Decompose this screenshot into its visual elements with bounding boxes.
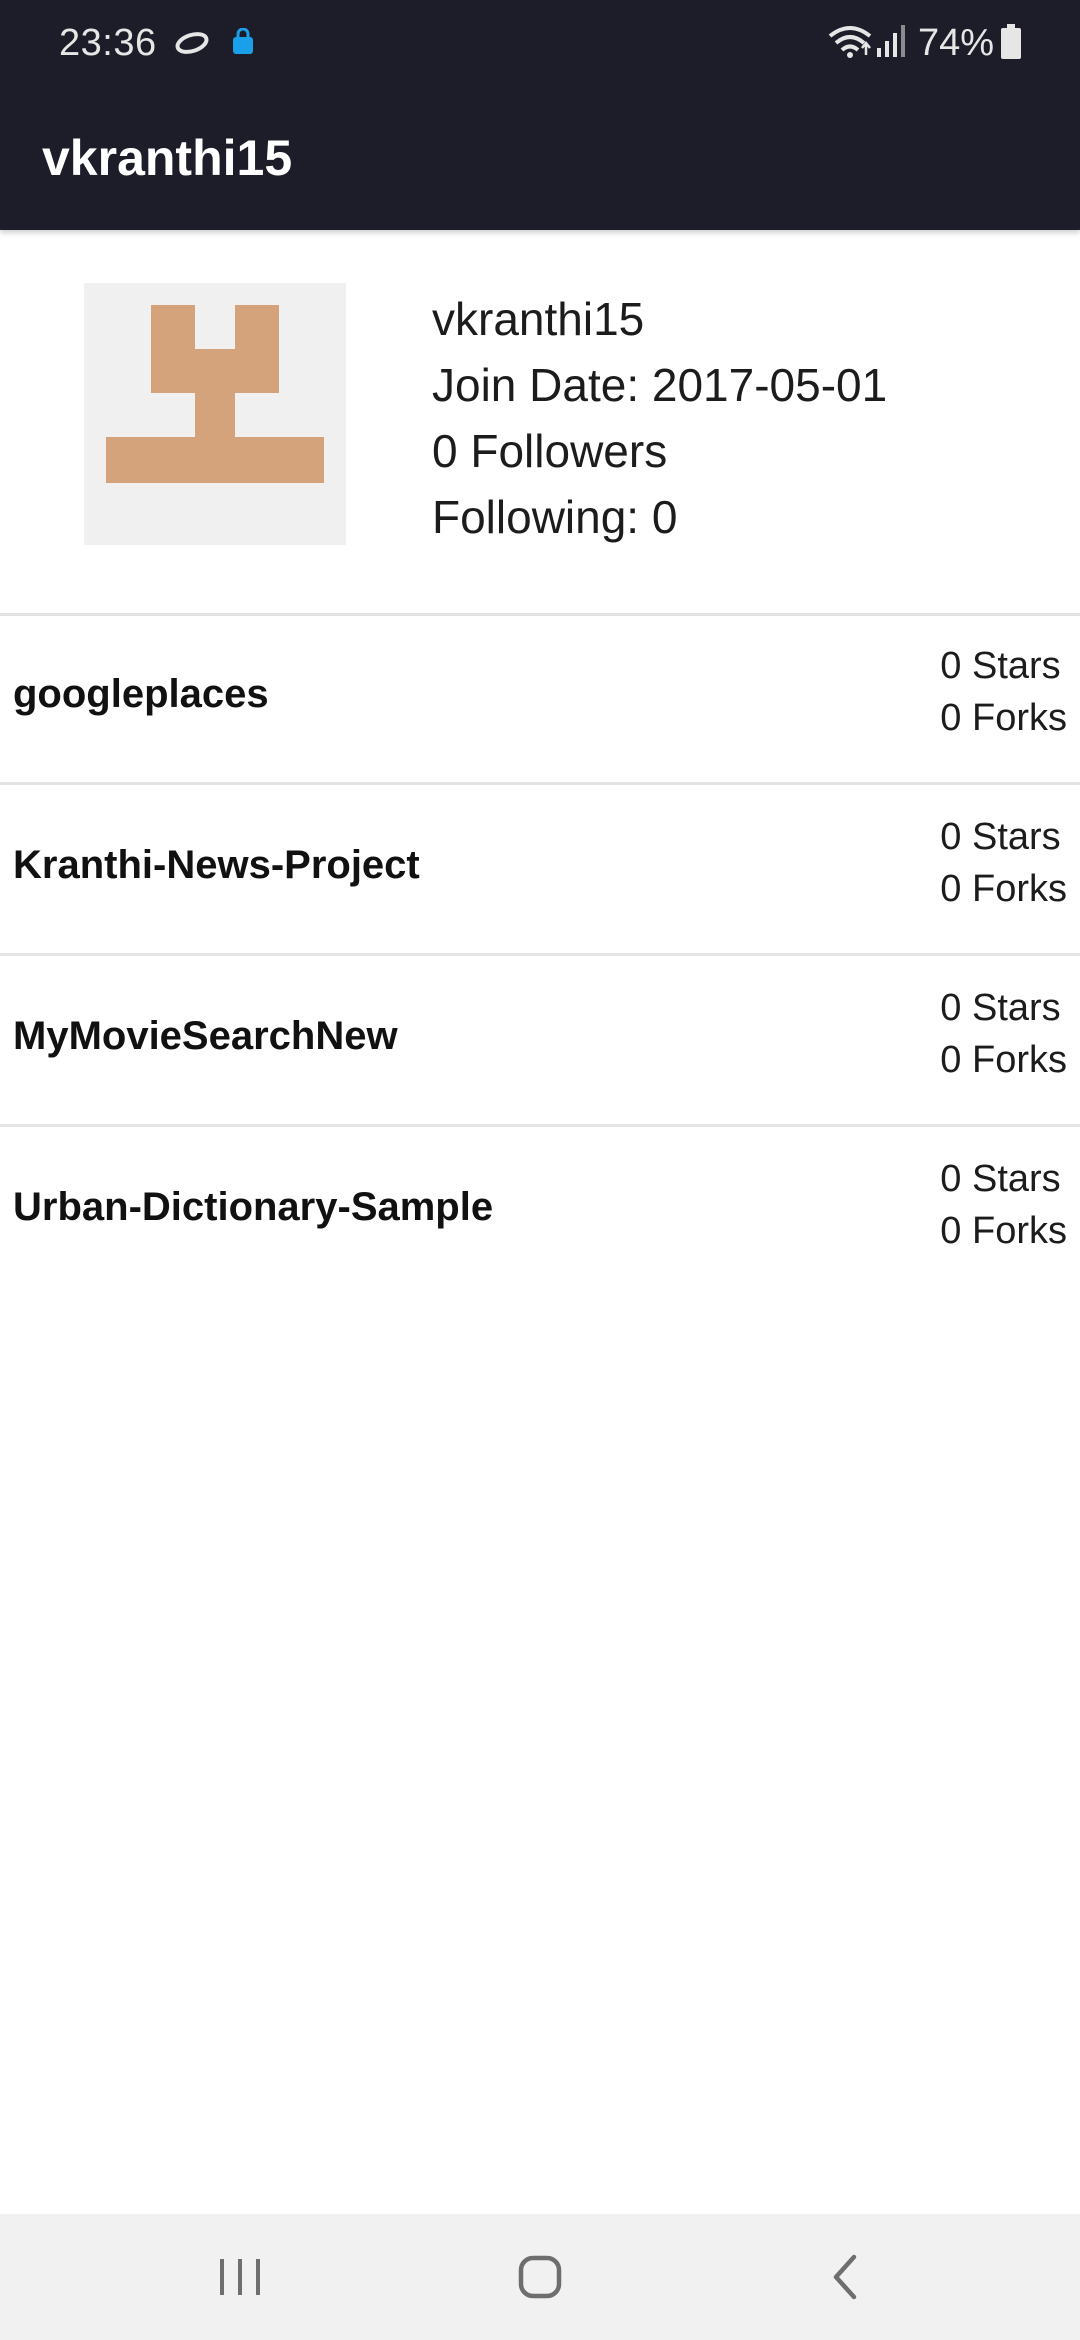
home-button[interactable] — [500, 2237, 580, 2317]
navigation-bar — [0, 2214, 1080, 2340]
profile-join-date: Join Date: 2017-05-01 — [432, 359, 888, 411]
profile-header: vkranthi15 Join Date: 2017-05-01 0 Follo… — [0, 230, 1080, 614]
recent-apps-icon — [220, 2259, 260, 2295]
battery-icon — [1000, 24, 1022, 60]
shopping-bag-icon — [230, 28, 256, 56]
repository-name: Kranthi-News-Project — [13, 843, 420, 887]
repository-stats: 0 Stars 0 Forks — [940, 982, 1067, 1086]
repository-list: googleplaces 0 Stars 0 Forks Kranthi-New… — [0, 614, 1080, 1295]
repository-row[interactable]: MyMovieSearchNew 0 Stars 0 Forks — [0, 956, 1080, 1127]
repository-forks: 0 Forks — [940, 1039, 1067, 1081]
repository-row[interactable]: Urban-Dictionary-Sample 0 Stars 0 Forks — [0, 1127, 1080, 1295]
identicon-icon — [106, 305, 324, 483]
repository-row[interactable]: googleplaces 0 Stars 0 Forks — [0, 614, 1080, 785]
repository-stars: 0 Stars — [940, 1158, 1061, 1200]
back-icon — [833, 2254, 857, 2300]
status-time: 23:36 — [59, 22, 157, 64]
repository-stats: 0 Stars 0 Forks — [940, 811, 1067, 915]
profile-followers: 0 Followers — [432, 425, 668, 477]
app-bar: vkranthi15 — [0, 84, 1080, 230]
repository-forks: 0 Forks — [940, 868, 1067, 910]
profile-following: Following: 0 — [432, 491, 678, 543]
home-icon — [518, 2255, 562, 2299]
status-bar: 23:36 74% — [0, 0, 1080, 84]
repository-row[interactable]: Kranthi-News-Project 0 Stars 0 Forks — [0, 785, 1080, 956]
repository-name: MyMovieSearchNew — [13, 1014, 398, 1058]
avatar — [84, 283, 346, 545]
profile-username: vkranthi15 — [432, 293, 645, 345]
page-title: vkranthi15 — [42, 130, 293, 186]
signal-icon — [876, 24, 908, 58]
wifi-icon — [828, 24, 872, 60]
repository-forks: 0 Forks — [940, 1210, 1067, 1252]
profile-info: vkranthi15 Join Date: 2017-05-01 0 Follo… — [432, 286, 887, 550]
repository-forks: 0 Forks — [940, 697, 1067, 739]
repository-name: googleplaces — [13, 672, 269, 716]
sync-icon — [174, 30, 210, 56]
battery-percent: 74% — [918, 22, 995, 64]
recent-apps-button[interactable] — [200, 2237, 280, 2317]
repository-stars: 0 Stars — [940, 645, 1061, 687]
repository-stars: 0 Stars — [940, 816, 1061, 858]
repository-stars: 0 Stars — [940, 987, 1061, 1029]
repository-stats: 0 Stars 0 Forks — [940, 640, 1067, 744]
repository-stats: 0 Stars 0 Forks — [940, 1153, 1067, 1257]
back-button[interactable] — [806, 2237, 886, 2317]
repository-name: Urban-Dictionary-Sample — [13, 1185, 494, 1229]
